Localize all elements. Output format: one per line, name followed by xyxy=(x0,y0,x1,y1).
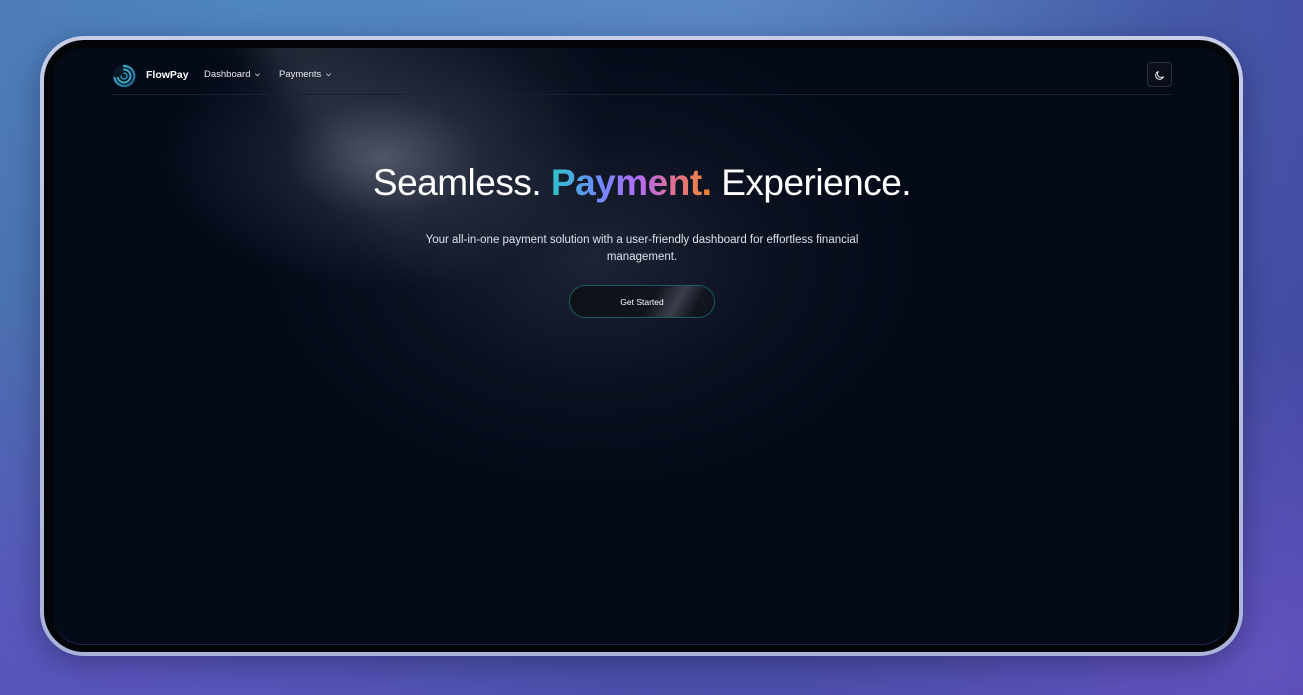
nav-payments-label: Payments xyxy=(279,69,322,80)
hero-title: Seamless. Payment. Experience. xyxy=(53,162,1231,204)
spotlight-glow xyxy=(53,48,1231,644)
moon-icon xyxy=(1154,70,1164,80)
nav-dashboard-label: Dashboard xyxy=(204,69,251,80)
app-screen: FlowPay Dashboard Payments Seamless. Pay… xyxy=(53,48,1231,645)
nav-payments-menu[interactable]: Payments xyxy=(279,69,332,80)
hero-title-accent: Payment. xyxy=(550,162,712,203)
theme-toggle-button[interactable] xyxy=(1147,62,1172,87)
hero-subtitle: Your all-in-one payment solution with a … xyxy=(425,234,859,263)
swirl-logo-icon[interactable] xyxy=(112,64,136,88)
brand-name[interactable]: FlowPay xyxy=(146,69,189,81)
nav-dashboard-menu[interactable]: Dashboard xyxy=(204,69,261,80)
get-started-button[interactable]: Get Started xyxy=(569,285,715,318)
chevron-down-icon xyxy=(255,73,261,77)
hero-title-part2: Experience. xyxy=(711,162,912,203)
top-navbar: FlowPay Dashboard Payments xyxy=(112,62,1172,95)
chevron-down-icon xyxy=(326,73,332,77)
hero-title-part1: Seamless. xyxy=(372,162,551,203)
